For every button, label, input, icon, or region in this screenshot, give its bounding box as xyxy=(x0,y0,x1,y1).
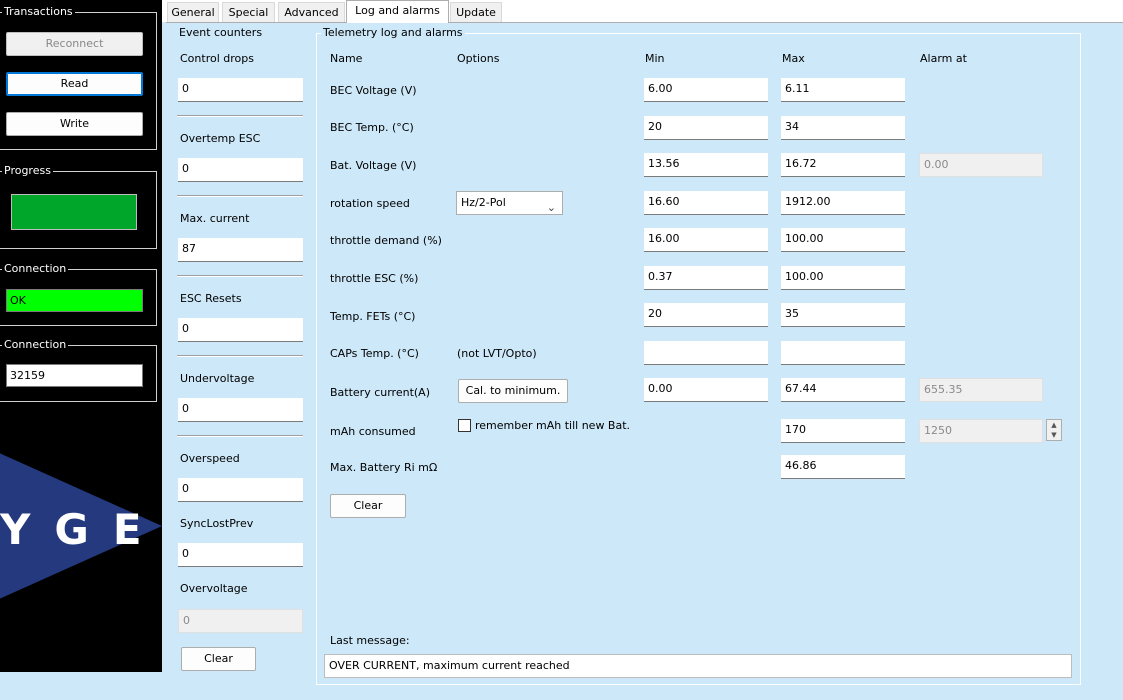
arrow-up-icon[interactable]: ▲ xyxy=(1047,420,1061,430)
yge-logo-text: YGE xyxy=(0,505,162,554)
header-name: Name xyxy=(330,52,363,65)
tab-advanced[interactable]: Advanced xyxy=(278,2,345,22)
caps-temp-max[interactable] xyxy=(781,341,905,365)
telemetry-clear-button[interactable]: Clear xyxy=(330,494,406,518)
rotation-speed-unit-value: Hz/2-Pol xyxy=(461,196,506,209)
tab-log-and-alarms[interactable]: Log and alarms xyxy=(346,0,449,23)
cal-to-minimum-button[interactable]: Cal. to minimum. xyxy=(458,379,568,403)
row-name: throttle ESC (%) xyxy=(330,272,419,285)
control-drops-label: Control drops xyxy=(180,52,254,65)
separator xyxy=(177,355,303,357)
event-counters-title: Event counters xyxy=(177,26,265,40)
battery-current-min[interactable]: 0.00 xyxy=(644,378,768,402)
row-name: mAh consumed xyxy=(330,425,416,438)
tab-general[interactable]: General xyxy=(167,2,219,22)
max-current-label: Max. current xyxy=(180,212,250,225)
chevron-down-icon: ⌄ xyxy=(546,201,556,214)
battery-current-max[interactable]: 67.44 xyxy=(781,378,905,402)
temp-fets-min[interactable]: 20 xyxy=(644,303,768,327)
undervoltage-field[interactable]: 0 xyxy=(178,398,303,422)
remember-mah-label: remember mAh till new Bat. xyxy=(475,419,631,432)
throttle-esc-min[interactable]: 0.37 xyxy=(644,266,768,290)
mah-alarm-spinner[interactable]: ▲ ▼ xyxy=(1046,419,1062,441)
caps-temp-note: (not LVT/Opto) xyxy=(457,347,537,360)
row-name: Max. Battery Ri mΩ xyxy=(330,461,438,474)
read-button[interactable]: Read xyxy=(6,72,143,96)
arrow-down-icon[interactable]: ▼ xyxy=(1047,430,1061,440)
rotation-speed-min[interactable]: 16.60 xyxy=(644,191,768,215)
overtemp-esc-field[interactable]: 0 xyxy=(178,158,303,182)
undervoltage-label: Undervoltage xyxy=(180,372,255,385)
bec-voltage-max[interactable]: 6.11 xyxy=(781,78,905,102)
bottom-strip xyxy=(0,690,1123,700)
row-name: Temp. FETs (°C) xyxy=(330,310,416,323)
last-message-field: OVER CURRENT, maximum current reached xyxy=(324,654,1072,678)
row-name: BEC Temp. (°C) xyxy=(330,121,414,134)
header-alarm-at: Alarm at xyxy=(920,52,967,65)
tab-update[interactable]: Update xyxy=(450,2,502,22)
separator xyxy=(177,435,303,437)
progress-bar xyxy=(12,195,136,229)
separator xyxy=(177,115,303,117)
header-max: Max xyxy=(782,52,805,65)
overvoltage-label: Overvoltage xyxy=(180,582,248,595)
last-message-label: Last message: xyxy=(330,634,410,647)
battery-current-alarm: 655.35 xyxy=(919,378,1043,402)
row-name: Battery current(A) xyxy=(330,386,430,399)
caps-temp-min[interactable] xyxy=(644,341,768,365)
throttle-demand-min[interactable]: 16.00 xyxy=(644,228,768,252)
mah-consumed-alarm: 1250 xyxy=(919,419,1043,443)
max-current-field[interactable]: 87 xyxy=(178,238,303,262)
connection-status-field: OK xyxy=(6,289,143,312)
synclostprev-field[interactable]: 0 xyxy=(178,543,303,567)
connection-port-field[interactable]: 32159 xyxy=(6,364,143,387)
event-counters-clear-button[interactable]: Clear xyxy=(181,647,256,671)
bec-voltage-min[interactable]: 6.00 xyxy=(644,78,768,102)
remember-mah-checkbox[interactable] xyxy=(458,419,471,432)
control-drops-field[interactable]: 0 xyxy=(178,78,303,102)
max-battery-ri-max[interactable]: 46.86 xyxy=(781,455,905,479)
esc-resets-field[interactable]: 0 xyxy=(178,318,303,342)
row-name: BEC Voltage (V) xyxy=(330,84,417,97)
reconnect-button[interactable]: Reconnect xyxy=(6,32,143,56)
temp-fets-max[interactable]: 35 xyxy=(781,303,905,327)
bat-voltage-max[interactable]: 16.72 xyxy=(781,153,905,177)
row-name: throttle demand (%) xyxy=(330,234,442,247)
telemetry-title: Telemetry log and alarms xyxy=(321,26,465,40)
left-panel: Transactions Reconnect Read Write Progre… xyxy=(0,0,162,672)
progress-title: Progress xyxy=(2,164,53,178)
row-name: Bat. Voltage (V) xyxy=(330,159,417,172)
transactions-title: Transactions xyxy=(2,5,75,19)
synclostprev-label: SyncLostPrev xyxy=(180,517,254,530)
rotation-speed-unit-select[interactable]: Hz/2-Pol ⌄ xyxy=(456,191,563,215)
bat-voltage-min[interactable]: 13.56 xyxy=(644,153,768,177)
rotation-speed-max[interactable]: 1912.00 xyxy=(781,191,905,215)
bec-temp-max[interactable]: 34 xyxy=(781,116,905,140)
bat-voltage-alarm: 0.00 xyxy=(919,153,1043,177)
connection-port-title: Connection xyxy=(2,338,69,352)
throttle-esc-max[interactable]: 100.00 xyxy=(781,266,905,290)
separator xyxy=(177,195,303,197)
connection-status-title: Connection xyxy=(2,262,69,276)
overspeed-field[interactable]: 0 xyxy=(178,478,303,502)
progress-track xyxy=(11,194,137,230)
write-button[interactable]: Write xyxy=(6,112,143,136)
bec-temp-min[interactable]: 20 xyxy=(644,116,768,140)
row-name: rotation speed xyxy=(330,197,410,210)
separator xyxy=(177,275,303,277)
mah-consumed-max[interactable]: 170 xyxy=(781,419,905,443)
overtemp-esc-label: Overtemp ESC xyxy=(180,132,261,145)
overspeed-label: Overspeed xyxy=(180,452,240,465)
throttle-demand-max[interactable]: 100.00 xyxy=(781,228,905,252)
row-name: CAPs Temp. (°C) xyxy=(330,347,419,360)
header-options: Options xyxy=(457,52,500,65)
esc-resets-label: ESC Resets xyxy=(180,292,242,305)
header-min: Min xyxy=(645,52,665,65)
overvoltage-field: 0 xyxy=(178,609,303,633)
tab-special[interactable]: Special xyxy=(222,2,275,22)
